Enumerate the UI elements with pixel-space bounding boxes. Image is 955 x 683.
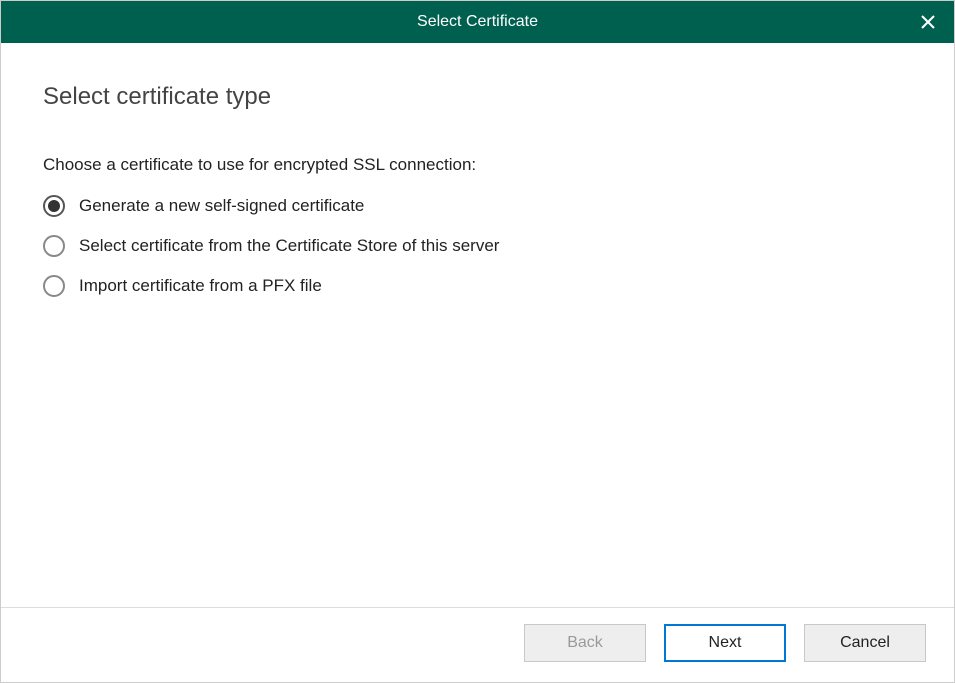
page-heading: Select certificate type: [43, 83, 912, 111]
radio-icon: [43, 275, 65, 297]
dialog-content: Select certificate type Choose a certifi…: [1, 43, 954, 607]
radio-label: Select certificate from the Certificate …: [79, 236, 499, 256]
dialog-title: Select Certificate: [417, 13, 538, 31]
close-icon: [920, 14, 936, 30]
radio-option-import-pfx[interactable]: Import certificate from a PFX file: [43, 275, 912, 297]
radio-icon: [43, 235, 65, 257]
next-button[interactable]: Next: [664, 624, 786, 662]
titlebar: Select Certificate: [1, 1, 954, 43]
select-certificate-dialog: Select Certificate Select certificate ty…: [0, 0, 955, 683]
dialog-footer: Back Next Cancel: [1, 607, 954, 682]
cancel-button[interactable]: Cancel: [804, 624, 926, 662]
back-button[interactable]: Back: [524, 624, 646, 662]
radio-label: Import certificate from a PFX file: [79, 276, 322, 296]
instruction-text: Choose a certificate to use for encrypte…: [43, 155, 912, 175]
radio-label: Generate a new self-signed certificate: [79, 196, 364, 216]
radio-option-generate-self-signed[interactable]: Generate a new self-signed certificate: [43, 195, 912, 217]
radio-icon: [43, 195, 65, 217]
close-button[interactable]: [914, 8, 942, 36]
radio-option-certificate-store[interactable]: Select certificate from the Certificate …: [43, 235, 912, 257]
certificate-type-radio-group: Generate a new self-signed certificate S…: [43, 195, 912, 297]
